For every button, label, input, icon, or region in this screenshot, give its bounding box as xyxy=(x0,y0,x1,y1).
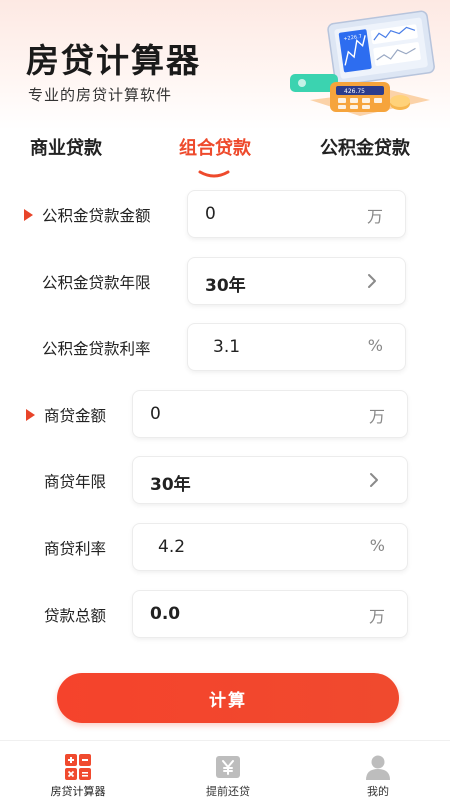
required-marker xyxy=(26,409,35,421)
total-unit: 万 xyxy=(368,607,385,626)
user-icon xyxy=(366,755,390,780)
commercial-amount-field[interactable]: 万 xyxy=(132,390,408,438)
tabbar-item-mine[interactable]: 我的 xyxy=(323,741,433,800)
form-row-commercial-rate: 商贷利率 % xyxy=(0,523,450,573)
form-row-commercial-years: 商贷年限 30年 xyxy=(0,456,450,506)
yuan-icon xyxy=(216,756,240,778)
total-value: 0.0 xyxy=(150,604,181,624)
fund-rate-unit: % xyxy=(367,336,383,355)
tabbar-item-calculator[interactable]: 房贷计算器 xyxy=(23,741,133,800)
commercial-rate-label: 商贷利率 xyxy=(44,540,107,558)
app-subtitle: 专业的房贷计算软件 xyxy=(28,86,173,104)
fund-amount-input[interactable] xyxy=(205,204,325,224)
tab-combined-loan[interactable]: 组合贷款 xyxy=(179,134,251,160)
tab-provident-fund-loan[interactable]: 公积金贷款 xyxy=(320,134,410,160)
commercial-years-value: 30年 xyxy=(150,475,191,495)
form-row-fund-years: 公积金贷款年限 30年 xyxy=(0,257,450,307)
chevron-right-icon xyxy=(368,274,376,288)
fund-rate-input[interactable] xyxy=(213,337,333,357)
commercial-amount-input[interactable] xyxy=(150,404,270,424)
loan-type-tabs: 商业贷款 组合贷款 公积金贷款 xyxy=(0,128,450,178)
commercial-amount-unit: 万 xyxy=(368,407,385,426)
fund-rate-field[interactable]: % xyxy=(187,323,406,371)
required-marker xyxy=(24,209,33,221)
commercial-amount-label: 商贷金额 xyxy=(44,407,107,425)
fund-amount-unit: 万 xyxy=(366,207,383,226)
fund-years-value: 30年 xyxy=(205,276,246,296)
tabbar-label-mine: 我的 xyxy=(367,785,389,798)
form-row-fund-amount: 公积金贷款金额 万 xyxy=(0,190,450,240)
chevron-right-icon xyxy=(370,473,378,487)
form-row-fund-rate: 公积金贷款利率 % xyxy=(0,323,450,373)
tabbar-item-prepayment[interactable]: 提前还贷 xyxy=(173,741,283,800)
app-title: 房贷计算器 xyxy=(26,41,201,80)
illustration-device-label: 426.75 xyxy=(344,88,365,95)
form-row-commercial-amount: 商贷金额 万 xyxy=(0,390,450,440)
active-tab-indicator xyxy=(198,170,230,178)
commercial-years-selector[interactable]: 30年 xyxy=(132,456,408,504)
header: 房贷计算器 专业的房贷计算软件 +226.7 426.75 xyxy=(0,0,450,130)
calculate-button[interactable]: 计算 xyxy=(57,673,399,723)
commercial-rate-field[interactable]: % xyxy=(132,523,408,571)
bottom-tab-bar: 房贷计算器 提前还贷 我的 xyxy=(0,740,450,800)
fund-years-selector[interactable]: 30年 xyxy=(187,257,406,305)
form-row-total: 贷款总额 0.0 万 xyxy=(0,590,450,640)
fund-years-label: 公积金贷款年限 xyxy=(42,274,151,292)
total-field: 0.0 万 xyxy=(132,590,408,638)
tabbar-label-prepayment: 提前还贷 xyxy=(206,785,250,798)
total-label: 贷款总额 xyxy=(44,607,107,625)
tab-commercial-loan[interactable]: 商业贷款 xyxy=(30,134,102,160)
fund-rate-label: 公积金贷款利率 xyxy=(42,340,151,358)
fund-amount-label: 公积金贷款金额 xyxy=(42,207,151,225)
header-illustration: +226.7 426.75 xyxy=(290,10,435,116)
commercial-years-label: 商贷年限 xyxy=(44,473,107,491)
tabbar-label-calculator: 房贷计算器 xyxy=(50,785,106,798)
commercial-rate-unit: % xyxy=(369,536,385,555)
calculator-icon xyxy=(65,754,91,780)
fund-amount-field[interactable]: 万 xyxy=(187,190,406,238)
commercial-rate-input[interactable] xyxy=(158,537,278,557)
